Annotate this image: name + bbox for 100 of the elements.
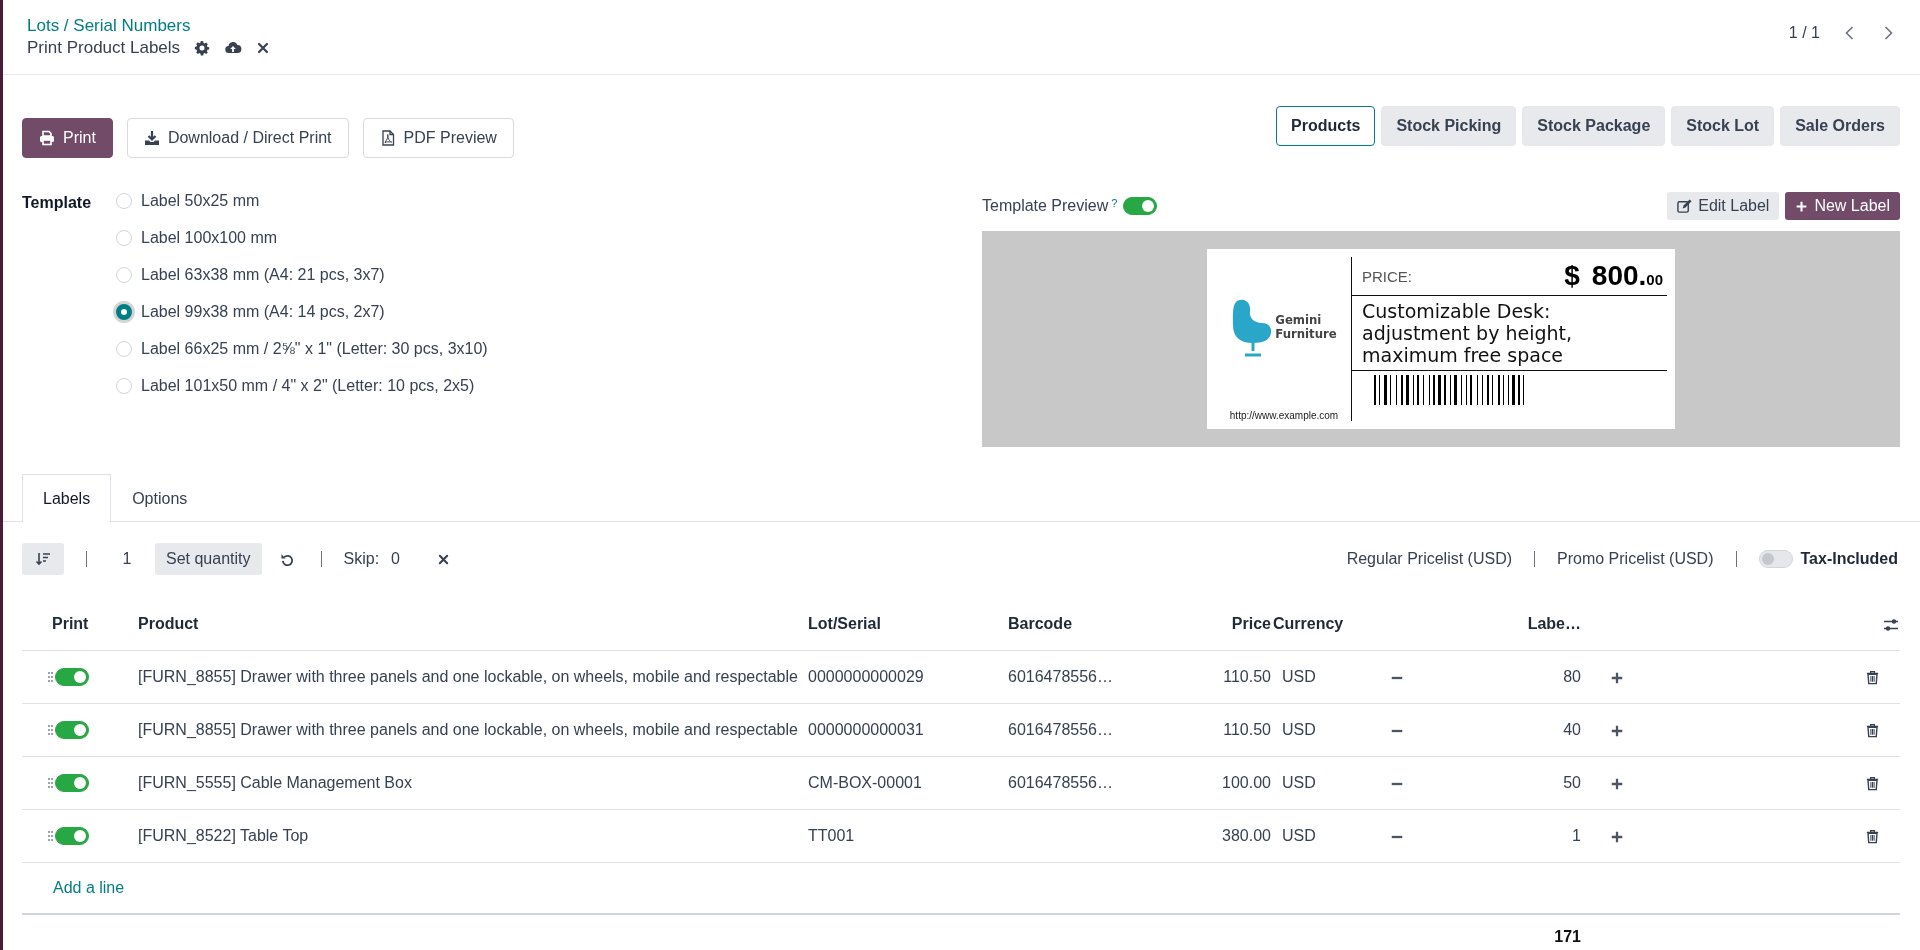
radio-button[interactable] — [116, 304, 132, 320]
cloud-upload-icon — [224, 40, 243, 56]
column-header: Labe… — [1527, 615, 1581, 632]
edit-icon — [1677, 198, 1693, 214]
lot-number: CM-BOX-00001 — [808, 774, 922, 791]
plus-icon[interactable] — [1610, 670, 1624, 685]
lot-number: 0000000000029 — [808, 668, 924, 685]
column-header: Price — [1231, 615, 1271, 632]
tab[interactable]: Labels — [22, 474, 112, 522]
skip-label: Skip: — [343, 550, 380, 568]
set-quantity-button[interactable]: Set quantity — [155, 543, 262, 575]
option-label: Label 101x50 mm / 4" x 2" (Letter: 10 pcs, 2x5) — [141, 377, 475, 395]
undo-icon — [279, 551, 295, 567]
plus-icon[interactable] — [1610, 776, 1624, 791]
source-tab[interactable]: Products — [1276, 106, 1376, 146]
delete-icon[interactable] — [1865, 829, 1880, 845]
option-label: Label 63x38 mm (A4: 21 pcs, 3x7) — [141, 266, 385, 284]
label-count: 40 — [1563, 721, 1581, 738]
help-mark[interactable]: ? — [1111, 197, 1118, 209]
product-name: [FURN_8522] Table Top — [138, 827, 309, 844]
download-button[interactable]: Download / Direct Print — [126, 118, 349, 158]
print-toggle[interactable] — [55, 668, 89, 686]
currency-code: USD — [1282, 721, 1316, 738]
chair-drawing — [1231, 297, 1274, 357]
plus-icon[interactable] — [1610, 829, 1624, 844]
column-header: Lot/Serial — [808, 615, 881, 632]
drag-handle-icon — [48, 671, 53, 683]
label-count: 50 — [1563, 774, 1581, 791]
delete-icon[interactable] — [1865, 776, 1880, 792]
edit-label-button[interactable]: Edit Label — [1667, 192, 1780, 220]
price-value: 110.50 — [1223, 668, 1271, 685]
column-header: Print — [52, 615, 89, 632]
column-header: Currency — [1273, 615, 1344, 632]
plus-icon — [1795, 199, 1809, 213]
price-value: 380.00 — [1222, 827, 1271, 844]
preview-toggle[interactable] — [1123, 197, 1158, 215]
pricelist-option[interactable]: Regular Pricelist (USD) — [1346, 550, 1513, 568]
page-title: Print Product Labels — [27, 38, 181, 58]
column-header: Product — [138, 615, 199, 632]
source-tab[interactable]: Stock Package — [1522, 106, 1666, 146]
lot-number: TT001 — [808, 827, 855, 844]
barcode-number: 6016478556… — [1008, 774, 1113, 791]
print-toggle[interactable] — [55, 827, 89, 845]
pricelist-option[interactable]: Promo Pricelist (USD) — [1557, 550, 1714, 568]
drag-handle-icon — [48, 777, 53, 789]
tab[interactable]: Options — [111, 474, 209, 522]
option-label: Label 100x100 mm — [141, 229, 278, 247]
option-label: Label 99x38 mm (A4: 14 pcs, 2x7) — [141, 303, 385, 321]
label-count: 1 — [1572, 827, 1581, 844]
labels-total: 171 — [1554, 928, 1581, 945]
website-url: http://www.example.com — [1229, 410, 1339, 421]
add-line-link[interactable]: Add a line — [23, 879, 125, 896]
option-label: Label 66x25 mm / 2⅝" x 1" (Letter: 30 pcs, 3x10) — [141, 340, 488, 358]
source-tab[interactable]: Stock Lot — [1671, 106, 1775, 146]
product-description: adjustment by height, — [1362, 322, 1574, 345]
currency-code: USD — [1282, 774, 1316, 791]
pdf-file-icon — [379, 130, 396, 146]
lot-number: 0000000000031 — [808, 721, 924, 738]
delete-icon[interactable] — [1865, 670, 1880, 686]
field-label: Template — [22, 193, 93, 213]
price-caption: PRICE: — [1362, 267, 1412, 285]
skip-value[interactable]: 0 — [391, 550, 406, 568]
quantity-value[interactable]: 1 — [109, 550, 145, 568]
product-description: maximum free space — [1362, 344, 1563, 367]
pager-count: 1 / 1 — [1788, 24, 1820, 42]
product-name: [FURN_8855] Drawer with three panels and one lockable, on wheels, mobile and respectable — [138, 721, 798, 738]
currency-code: USD — [1282, 668, 1316, 685]
print-button[interactable]: Print — [22, 118, 113, 158]
price-value: $ 800.00 — [1564, 260, 1663, 292]
sliders-icon[interactable] — [1883, 616, 1899, 633]
drag-handle-icon — [48, 724, 53, 736]
field-label: Template Preview — [982, 197, 1109, 215]
product-name: [FURN_5555] Cable Management Box — [138, 774, 412, 791]
sort-button[interactable] — [22, 543, 64, 575]
product-name: [FURN_8855] Drawer with three panels and one lockable, on wheels, mobile and respectable — [138, 668, 798, 685]
currency-code: USD — [1282, 827, 1316, 844]
close-icon — [256, 41, 271, 55]
print-toggle[interactable] — [55, 774, 89, 792]
price-value: 110.50 — [1223, 721, 1271, 738]
drag-handle-icon — [48, 830, 53, 842]
download-icon — [143, 130, 160, 146]
label-count: 80 — [1563, 668, 1581, 685]
source-tab[interactable]: Stock Picking — [1381, 106, 1517, 146]
price-value: 100.00 — [1222, 774, 1271, 791]
logo-text: Furniture — [1275, 327, 1337, 341]
printer-icon — [39, 130, 55, 146]
tax-toggle[interactable] — [1758, 550, 1793, 568]
plus-icon[interactable] — [1610, 723, 1624, 738]
product-description: Customizable Desk: — [1362, 301, 1552, 323]
pdf-button[interactable]: PDF Preview — [362, 118, 514, 158]
new-label-button[interactable]: New Label — [1785, 192, 1900, 220]
print-toggle[interactable] — [55, 721, 89, 739]
sort-icon — [35, 551, 51, 567]
delete-icon[interactable] — [1865, 723, 1880, 739]
barcode-number: 6016478556… — [1008, 721, 1113, 738]
logo-text: Gemini — [1275, 313, 1323, 327]
source-tab[interactable]: Sale Orders — [1780, 106, 1900, 146]
barcode-number: 6016478556… — [1008, 668, 1113, 685]
breadcrumb-link[interactable]: Lots / Serial Numbers — [27, 16, 271, 36]
column-header: Barcode — [1008, 615, 1073, 632]
